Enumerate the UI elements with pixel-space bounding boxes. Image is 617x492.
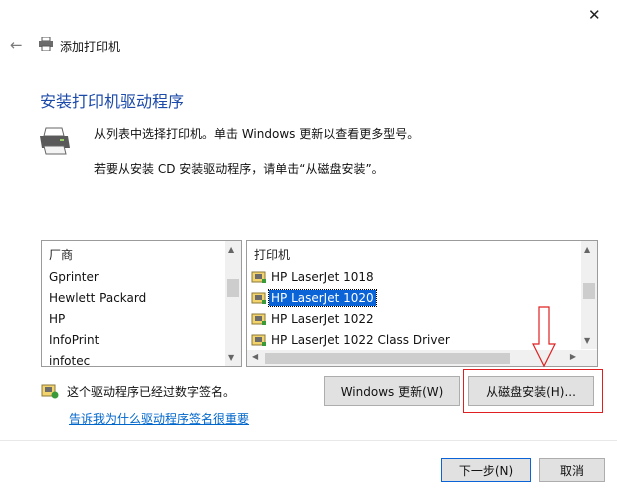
vertical-scrollbar[interactable]: ▲ ▼ <box>581 241 597 349</box>
have-disk-button[interactable]: 从磁盘安装(H)... <box>468 376 594 406</box>
list-item[interactable]: HP <box>49 312 65 326</box>
list-item-selected[interactable]: HP LaserJet 1020 <box>251 288 377 308</box>
scroll-down-icon[interactable]: ▼ <box>584 336 590 345</box>
scroll-thumb[interactable] <box>227 279 239 297</box>
divider <box>0 440 617 441</box>
list-item-label: HP LaserJet 1018 <box>271 270 374 284</box>
list-item[interactable]: Gprinter <box>49 270 99 284</box>
vertical-scrollbar[interactable]: ▲ ▼ <box>225 241 241 366</box>
annotation-arrow-icon <box>532 306 556 368</box>
cancel-button[interactable]: 取消 <box>539 458 605 482</box>
printer-driver-icon <box>251 312 267 326</box>
window-title: 添加打印机 <box>60 40 121 54</box>
list-header: 厂商 <box>49 248 74 262</box>
close-icon[interactable]: ✕ <box>588 6 601 24</box>
list-item[interactable]: InfoPrint <box>49 333 99 347</box>
list-header: 打印机 <box>254 248 291 262</box>
printer-driver-icon <box>251 291 267 305</box>
instruction-text: 从列表中选择打印机。单击 Windows 更新以查看更多型号。 <box>94 127 420 141</box>
list-item[interactable]: infotec <box>49 354 90 366</box>
scroll-thumb[interactable] <box>265 353 510 364</box>
next-button[interactable]: 下一步(N) <box>441 458 531 482</box>
scroll-up-icon[interactable]: ▲ <box>584 245 590 254</box>
printer-icon <box>38 36 54 54</box>
printer-icon <box>38 126 72 159</box>
back-arrow-icon[interactable]: ← <box>10 36 23 54</box>
list-item-label: HP LaserJet 1022 <box>271 312 374 326</box>
scroll-thumb[interactable] <box>583 283 595 299</box>
manufacturer-list[interactable]: 厂商 Gprinter Hewlett Packard HP InfoPrint… <box>41 240 242 367</box>
instruction-text-disk: 若要从安装 CD 安装驱动程序，请单击“从磁盘安装”。 <box>94 162 384 176</box>
list-item[interactable]: Hewlett Packard <box>49 291 146 305</box>
scroll-up-icon[interactable]: ▲ <box>228 245 234 254</box>
scroll-down-icon[interactable]: ▼ <box>228 353 234 362</box>
page-title: 安装打印机驱动程序 <box>40 92 185 111</box>
signing-info-link[interactable]: 告诉我为什么驱动程序签名很重要 <box>69 410 249 427</box>
scroll-right-icon[interactable]: ▶ <box>570 352 576 361</box>
scroll-corner <box>581 350 597 366</box>
signed-driver-icon <box>41 383 59 402</box>
windows-update-button[interactable]: Windows 更新(W) <box>324 376 460 406</box>
list-item[interactable]: HP LaserJet 1022 Class Driver <box>251 330 452 350</box>
list-item-label: HP LaserJet 1022 Class Driver <box>271 333 450 347</box>
printer-driver-icon <box>251 270 267 284</box>
printer-driver-icon <box>251 333 267 347</box>
signature-status-text: 这个驱动程序已经过数字签名。 <box>67 385 236 399</box>
list-item[interactable]: HP LaserJet 1022 <box>251 309 376 329</box>
list-item[interactable]: HP LaserJet 1018 <box>251 267 376 287</box>
list-item-label: HP LaserJet 1020 <box>268 289 377 307</box>
scroll-left-icon[interactable]: ◀ <box>252 352 258 361</box>
